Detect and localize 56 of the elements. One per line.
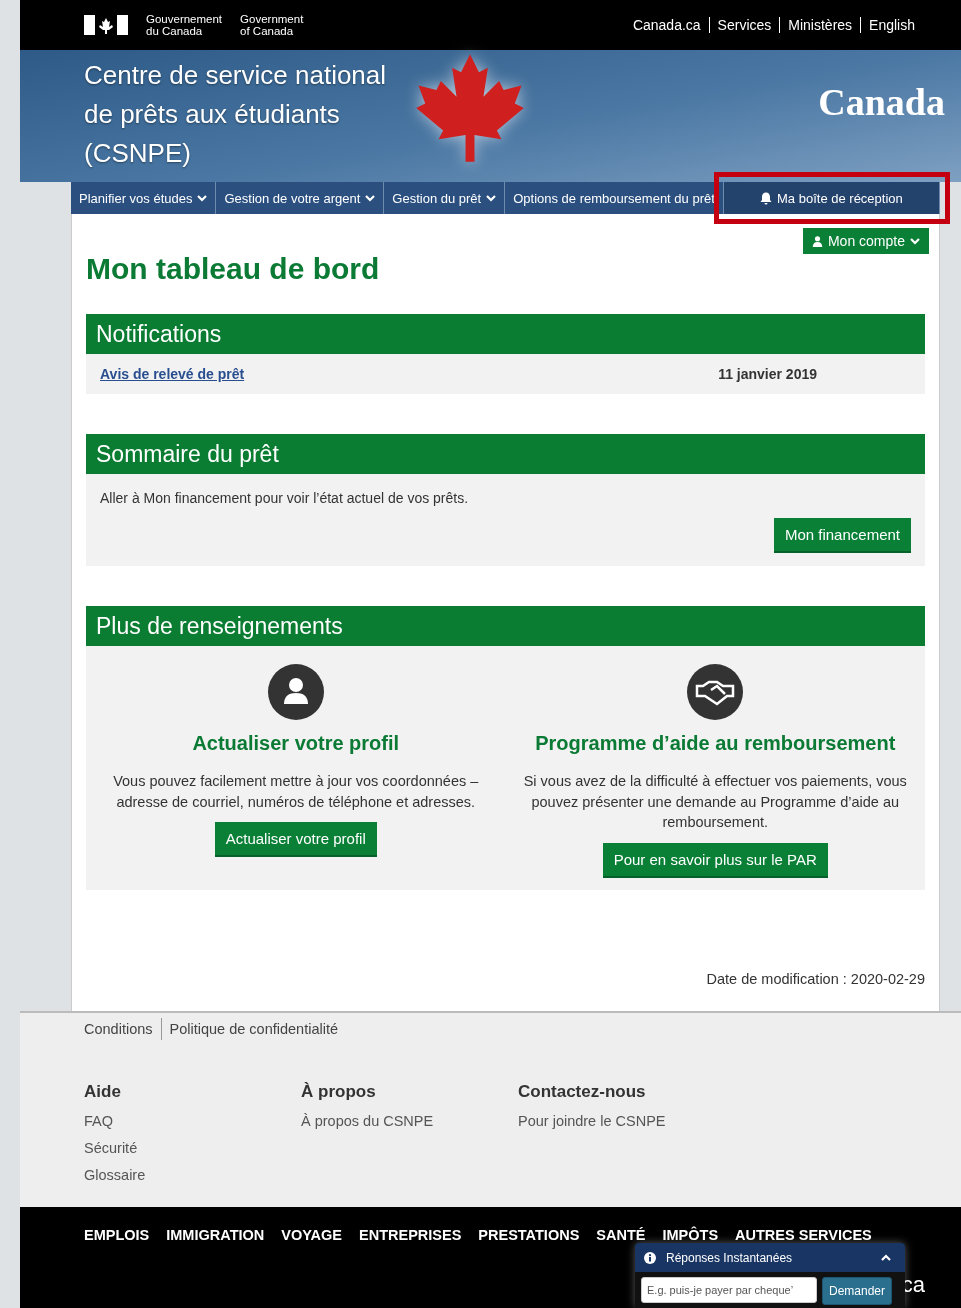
- theme-link[interactable]: SANTÉ: [596, 1227, 646, 1245]
- chevron-down-icon: [910, 237, 920, 245]
- chevron-down-icon: [486, 194, 497, 202]
- person-icon: [267, 664, 324, 720]
- theme-link[interactable]: AUTRES SERVICES: [735, 1227, 872, 1245]
- government-name: Gouvernement du Canada: [146, 13, 223, 37]
- bell-icon: [760, 191, 773, 205]
- chat-header[interactable]: Réponses Instantanées: [635, 1243, 905, 1272]
- footer-link[interactable]: À propos du CSNPE: [301, 1113, 518, 1129]
- section-header: Sommaire du prêt: [86, 434, 925, 474]
- theme-link[interactable]: EMPLOIS: [84, 1227, 150, 1245]
- info-icon: [644, 1251, 656, 1264]
- question-field[interactable]: E.g. puis-je payer par cheque’: [641, 1277, 817, 1303]
- modified-date: Date de modification : 2020-02-29: [705, 971, 925, 987]
- person-icon: [811, 235, 823, 247]
- footer-link[interactable]: FAQ: [84, 1113, 301, 1129]
- top-link[interactable]: Services: [708, 17, 780, 33]
- chevron-down-icon: [365, 194, 376, 202]
- notification-link[interactable]: Avis de relevé de prêt: [100, 366, 245, 382]
- footer-link[interactable]: Glossaire: [84, 1167, 301, 1183]
- page-title: Mon tableau de bord: [86, 252, 381, 286]
- theme-link[interactable]: PRESTATIONS: [478, 1227, 580, 1245]
- notification-date: 11 janvier 2019: [718, 366, 817, 382]
- card-button[interactable]: Actualiser votre profil: [214, 822, 377, 857]
- canada-wordmark: Canada: [818, 80, 945, 124]
- footer-link[interactable]: Sécurité: [84, 1140, 301, 1156]
- card-text: Vous pouvez facilement mettre à jour vos coordonnées – adresse de courriel, numéros de téléphone et adresses.: [112, 772, 480, 812]
- card-button[interactable]: Pour en savoir plus sur le PAR: [602, 842, 828, 878]
- theme-link[interactable]: IMPÔTS: [662, 1227, 719, 1245]
- legal-link[interactable]: Politique de confidentialité: [160, 1018, 346, 1040]
- theme-link[interactable]: IMMIGRATION: [166, 1227, 265, 1245]
- ask-button[interactable]: Demander: [822, 1277, 893, 1305]
- section-header: Notifications: [86, 314, 925, 354]
- legal-link[interactable]: Conditions: [84, 1018, 161, 1040]
- footer-link[interactable]: Pour joindre le CSNPE: [518, 1113, 735, 1129]
- card-heading: Actualiser votre profil: [192, 732, 400, 755]
- card-text: Si vous avez de la difficulté à effectuer vos paiements, vous pouvez présenter une demande au Programme d’aide au remboursement.: [523, 772, 907, 832]
- top-link[interactable]: Canada.ca: [624, 17, 709, 33]
- account-button[interactable]: Mon compte: [802, 228, 929, 254]
- footer-heading: Aide: [84, 1082, 122, 1102]
- site-title: Centre de service national de prêts aux étudiants (CSNPE): [84, 59, 388, 170]
- summary-text: Aller à Mon financement pour voir l’état actuel de vos prêts.: [100, 490, 470, 506]
- top-link[interactable]: English: [860, 17, 923, 33]
- card-heading: Programme d’aide au remboursement: [535, 732, 896, 755]
- section-header: Plus de renseignements: [86, 606, 925, 646]
- chevron-down-icon: [197, 194, 208, 202]
- flag-icon: [84, 15, 128, 35]
- top-link[interactable]: Ministères: [779, 17, 861, 33]
- handshake-icon: [687, 664, 744, 720]
- footer-heading: À propos: [301, 1082, 377, 1102]
- footer-heading: Contactez-nous: [518, 1082, 647, 1102]
- chevron-up-icon: [881, 1254, 891, 1261]
- theme-link[interactable]: VOYAGE: [281, 1227, 342, 1245]
- government-name: Government of Canada: [240, 13, 304, 37]
- financing-button[interactable]: Mon financement: [773, 518, 911, 553]
- theme-link[interactable]: ENTREPRISES: [359, 1227, 462, 1245]
